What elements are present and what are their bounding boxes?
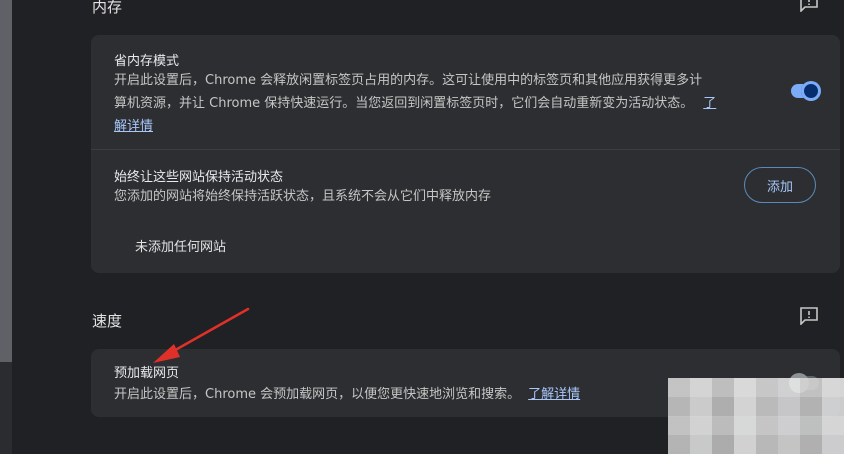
- memory-saver-desc-line1: 开启此设置后，Chrome 会释放闲置标签页占用的内存。这可让使用中的标签页和其…: [114, 73, 703, 88]
- no-sites-message: 未添加任何网站: [135, 240, 227, 255]
- memory-settings-card: 省内存模式 开启此设置后，Chrome 会释放闲置标签页占用的内存。这可让使用中…: [91, 35, 840, 273]
- memory-saver-toggle[interactable]: [791, 81, 821, 101]
- always-active-title: 始终让这些网站保持活动状态: [114, 170, 284, 185]
- left-scrollbar-thumb[interactable]: [0, 0, 12, 362]
- preload-desc-text: 开启此设置后，Chrome 会预加载网页，以便您更快速地浏览和搜索。: [114, 387, 521, 402]
- memory-saver-learn-more-link-a[interactable]: 了: [703, 96, 716, 111]
- toggle-knob: [801, 81, 821, 101]
- add-site-button[interactable]: 添加: [744, 167, 816, 203]
- always-active-description: 您添加的网站将始终保持活跃状态，且系统不会从它们中释放内存: [114, 189, 492, 204]
- preload-learn-more-link[interactable]: 了解详情: [528, 387, 580, 402]
- memory-saver-desc-line2: 算机资源，并让 Chrome 保持快速运行。当您返回到闲置标签页时，它们会自动重…: [114, 96, 694, 111]
- pixelated-watermark: [668, 378, 844, 454]
- feedback-icon[interactable]: [799, 0, 819, 12]
- memory-section-title: 内存: [92, 0, 123, 16]
- left-scrollbar-track[interactable]: [0, 0, 12, 454]
- preload-pages-description: 开启此设置后，Chrome 会预加载网页，以便您更快速地浏览和搜索。 了解详情: [114, 383, 580, 406]
- memory-saver-description: 开启此设置后，Chrome 会释放闲置标签页占用的内存。这可让使用中的标签页和其…: [114, 69, 774, 138]
- speed-section-title: 速度: [92, 312, 123, 330]
- feedback-icon[interactable]: [799, 307, 819, 325]
- card-divider: [91, 149, 840, 150]
- memory-saver-title: 省内存模式: [114, 54, 180, 69]
- memory-saver-learn-more-link-b[interactable]: 解详情: [114, 119, 153, 134]
- preload-pages-title: 预加载网页: [114, 366, 180, 381]
